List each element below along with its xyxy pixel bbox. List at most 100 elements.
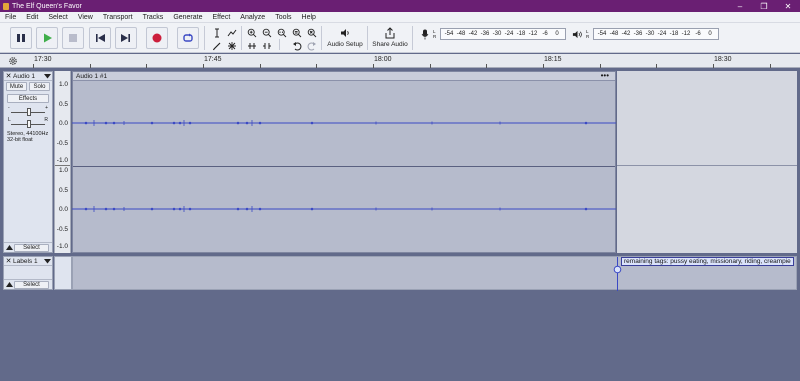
gain-slider-thumb[interactable] [27,108,31,116]
selection-tool[interactable] [210,27,223,39]
playback-meter[interactable]: L R -54 -48 -42 -36 -30 -24 -18 -12 -6 0 [572,27,719,41]
menu-select[interactable]: Select [43,14,72,21]
record-meter-tick: -12 [528,31,538,37]
pan-slider[interactable]: L R [8,117,48,129]
record-meter-channel-r: R [433,34,437,39]
menu-tools[interactable]: Tools [270,14,296,21]
silence-button[interactable] [260,40,273,52]
draw-tool[interactable] [210,40,223,52]
label-track-panel: ✕ Labels 1 Select [3,256,53,290]
gear-icon[interactable] [8,56,18,66]
stop-button[interactable] [62,27,84,49]
redo-button[interactable] [305,40,318,52]
zoom-in-icon [247,28,256,38]
close-button[interactable]: ✕ [776,0,800,12]
gain-slider[interactable]: - + [8,105,48,117]
pause-button[interactable] [10,27,32,49]
menu-tracks[interactable]: Tracks [138,14,169,21]
zoom-toggle-button[interactable] [305,27,318,39]
share-audio-label: Share Audio [372,41,408,48]
empty-track-region[interactable] [617,71,797,253]
trim-button[interactable] [245,40,258,52]
fit-project-icon [292,28,301,38]
label-track-ruler-gap [54,256,72,290]
menu-help[interactable]: Help [297,14,321,21]
fit-selection-icon [277,28,286,38]
envelope-tool[interactable] [225,27,238,39]
loop-button[interactable] [177,27,199,49]
playback-meter-tick: -18 [669,31,679,37]
fit-selection-button[interactable] [275,27,288,39]
multi-tool[interactable] [225,40,238,52]
menu-file[interactable]: File [0,14,21,21]
zoom-out-icon [262,28,271,38]
collapse-arrow-icon[interactable] [4,245,14,250]
playback-meter-tick: -36 [633,31,643,37]
record-meter-tick: 0 [555,31,559,37]
label-track-close-icon[interactable]: ✕ [4,257,13,265]
amp-label: 1.0 [58,167,68,174]
track-close-icon[interactable]: ✕ [4,72,13,80]
record-icon [152,33,162,43]
pan-left-label: L [8,117,11,123]
amp-label: -1.0 [56,157,68,164]
ruler-label: 17:45 [204,56,222,63]
share-audio-button[interactable]: Share Audio [370,25,410,52]
label-track-name[interactable]: Labels 1 [13,258,43,265]
fit-project-button[interactable] [290,27,303,39]
silence-icon [262,43,271,49]
amplitude-ruler: 1.0 0.5 0.0 -0.5 -1.0 1.0 0.5 0.0 -0.5 -… [54,71,71,253]
play-button[interactable] [36,27,58,49]
record-meter-tick: -24 [504,31,514,37]
ruler-label: 18:15 [544,56,562,63]
menu-edit[interactable]: Edit [21,14,43,21]
audio-setup-button[interactable]: Audio Setup [325,25,365,52]
menu-analyze[interactable]: Analyze [235,14,270,21]
zoom-out-button[interactable] [260,27,273,39]
record-meter-tick: -42 [468,31,478,37]
menu-transport[interactable]: Transport [98,14,138,21]
mute-button[interactable]: Mute [6,82,27,91]
pause-icon [17,34,25,42]
label-collapse-arrow-icon[interactable] [4,282,14,287]
undo-button[interactable] [290,40,303,52]
menu-view[interactable]: View [73,14,98,21]
track-menu-chevron-icon[interactable] [43,73,52,79]
zoom-toggle-icon [307,28,316,38]
label-track-menu-chevron-icon[interactable] [43,258,52,264]
playback-speaker-icon [572,30,582,38]
label-anchor-icon[interactable] [613,265,622,274]
amp-label: -0.5 [56,226,68,233]
solo-button[interactable]: Solo [29,82,50,91]
menu-effect[interactable]: Effect [208,14,236,21]
record-meter[interactable]: L R -54 -48 -42 -36 -30 -24 -18 -12 -6 0 [420,27,566,41]
playback-meter-tick: -42 [621,31,631,37]
window-title: The Elf Queen's Favor [12,2,82,10]
play-icon [44,33,52,43]
maximize-button[interactable]: ❐ [752,0,776,12]
label-track-select-button[interactable]: Select [14,280,49,289]
skip-to-end-button[interactable] [115,27,137,49]
track-select-button[interactable]: Select [14,243,49,252]
skip-to-start-button[interactable] [89,27,111,49]
envelope-icon [227,29,236,37]
track-name[interactable]: Audio 1 [13,73,43,80]
label-text[interactable]: remaining tags: pussy eating, missionary… [621,257,794,266]
record-button[interactable] [146,27,168,49]
playback-meter-tick: 0 [708,31,712,37]
record-meter-tick: -54 [444,31,454,37]
playback-meter-tick: -54 [597,31,607,37]
redo-icon [307,42,316,51]
zoom-in-button[interactable] [245,27,258,39]
effects-button[interactable]: Effects [7,94,49,103]
menu-generate[interactable]: Generate [168,14,207,21]
timeline-ruler[interactable]: 17:30 17:45 18:00 18:15 18:30 [0,54,800,68]
ruler-label: 18:00 [374,56,392,63]
playback-meter-scale: -54 -48 -42 -36 -30 -24 -18 -12 -6 0 [593,28,719,40]
label-track-area[interactable]: remaining tags: pussy eating, missionary… [72,256,797,291]
title-bar: The Elf Queen's Favor – ❐ ✕ [0,0,800,12]
record-meter-scale: -54 -48 -42 -36 -30 -24 -18 -12 -6 0 [440,28,566,40]
minimize-button[interactable]: – [728,0,752,12]
pan-slider-thumb[interactable] [27,120,31,128]
gain-minus-label: - [8,105,10,111]
